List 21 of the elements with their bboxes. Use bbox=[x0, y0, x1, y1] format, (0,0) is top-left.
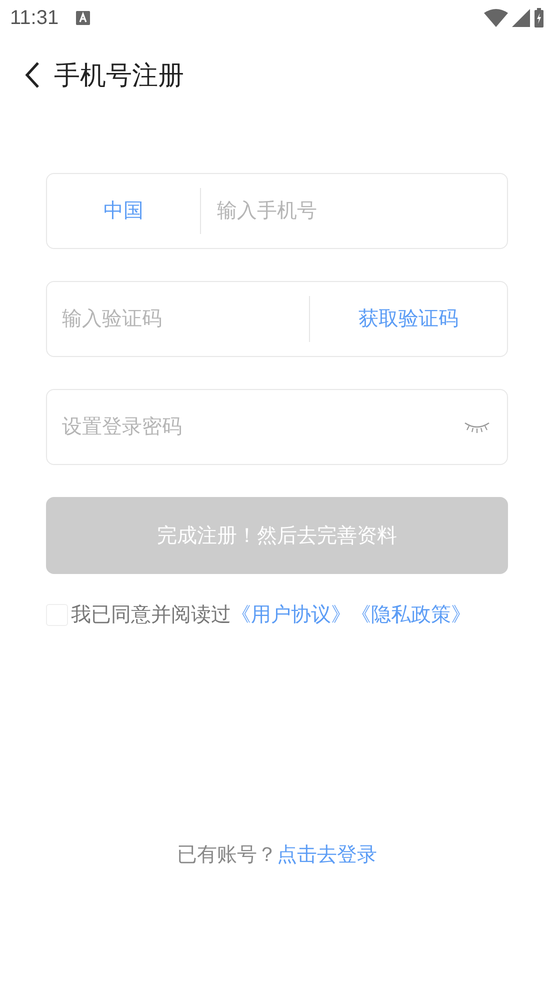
password-field[interactable]: 设置登录密码 bbox=[46, 389, 508, 465]
wifi-icon bbox=[484, 9, 508, 27]
signal-icon bbox=[512, 9, 530, 27]
page-title: 手机号注册 bbox=[54, 58, 184, 92]
phone-field[interactable]: 中国 输入手机号 bbox=[46, 173, 508, 249]
password-placeholder: 设置登录密码 bbox=[61, 415, 182, 440]
eye-closed-icon[interactable] bbox=[463, 420, 491, 434]
login-link[interactable]: 点击去登录 bbox=[277, 840, 377, 870]
keyboard-icon bbox=[74, 10, 91, 26]
code-field[interactable]: 输入验证码 获取验证码 bbox=[46, 281, 508, 357]
back-icon[interactable] bbox=[24, 61, 40, 89]
get-code-button[interactable]: 获取验证码 bbox=[310, 304, 507, 334]
code-placeholder: 输入验证码 bbox=[61, 307, 163, 332]
battery-icon bbox=[534, 8, 544, 28]
phone-placeholder: 输入手机号 bbox=[216, 199, 317, 224]
user-agreement-link[interactable]: 《用户协议》 bbox=[231, 600, 351, 630]
status-time: 11:31 bbox=[10, 6, 59, 31]
agreement-text: 我已同意并阅读过 bbox=[71, 603, 231, 628]
privacy-policy-link[interactable]: 《隐私政策》 bbox=[351, 600, 471, 630]
country-selector[interactable]: 中国 bbox=[47, 196, 200, 226]
footer-text: 已有账号？ bbox=[177, 843, 277, 868]
